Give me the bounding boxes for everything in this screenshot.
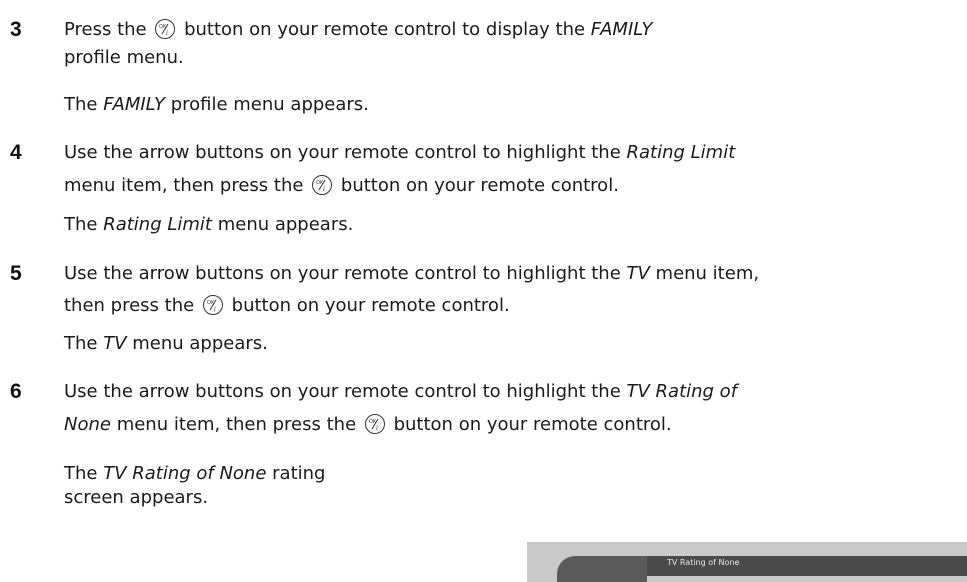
step-5-result: The TV menu appears. — [64, 333, 268, 354]
ok-button-icon: OK i — [202, 295, 223, 315]
step-5-line-1: Use the arrow buttons on your remote con… — [64, 263, 760, 284]
ok-button-icon: OK i — [155, 19, 176, 39]
step-6-result-line-2: screen appears. — [64, 487, 209, 508]
ok-button-icon: OK i — [364, 414, 385, 434]
tv-rating-screen-image: TV Rating of None — [527, 542, 967, 582]
step-6-line-2: None menu item, then press the OK i butto… — [64, 414, 672, 435]
step-number-4: 4 — [10, 141, 22, 164]
screen-title: TV Rating of None — [667, 558, 740, 567]
svg-text:i: i — [214, 306, 216, 313]
step-number-3: 3 — [10, 18, 22, 41]
ok-button-icon: OK i — [312, 175, 333, 195]
step-4-line-2: menu item, then press the OK i button on … — [64, 175, 619, 196]
screen-logo-shape — [557, 556, 647, 582]
step-6-line-1: Use the arrow buttons on your remote con… — [64, 381, 738, 402]
step-3-line-2: profile menu. — [64, 47, 184, 68]
svg-text:i: i — [166, 30, 168, 37]
step-5-line-2: then press the OK i button on your remote… — [64, 295, 510, 316]
step-4-line-1: Use the arrow buttons on your remote con… — [64, 142, 736, 163]
step-number-6: 6 — [10, 380, 22, 403]
step-number-5: 5 — [10, 262, 22, 285]
svg-text:i: i — [376, 425, 378, 432]
svg-text:i: i — [323, 186, 325, 193]
step-3-result: The FAMILY profile menu appears. — [64, 94, 369, 115]
step-4-result: The Rating Limit menu appears. — [64, 214, 354, 235]
